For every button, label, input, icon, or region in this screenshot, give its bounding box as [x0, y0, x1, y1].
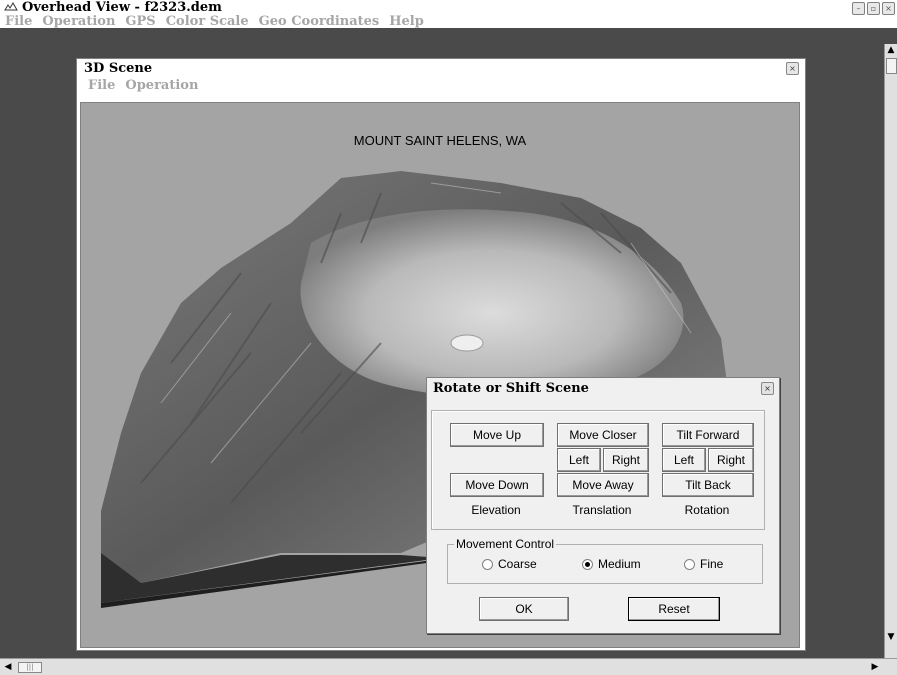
scroll-up-icon[interactable]: ▲: [885, 44, 897, 56]
radio-fine-indicator[interactable]: [684, 558, 695, 570]
vertical-scroll-thumb[interactable]: [886, 58, 897, 74]
maximize-icon[interactable]: ▫: [867, 2, 880, 15]
move-down-button[interactable]: Move Down: [450, 473, 544, 497]
menu-file[interactable]: File: [0, 15, 37, 28]
app-icon: [4, 2, 18, 11]
menu-color-scale[interactable]: Color Scale: [161, 15, 254, 28]
translate-left-button[interactable]: Left: [557, 448, 601, 472]
menu-geo-coordinates[interactable]: Geo Coordinates: [254, 15, 385, 28]
app-title-bar: Overhead View - f2323.dem – ▫ × File Ope…: [0, 0, 897, 28]
viewport-title: MOUNT SAINT HELENS, WA: [353, 133, 527, 148]
movement-control-group: Movement Control Coarse Medium Fine: [447, 537, 763, 584]
move-away-button[interactable]: Move Away: [557, 473, 649, 497]
scroll-left-icon[interactable]: ◀: [2, 661, 14, 673]
rotation-label: Rotation: [684, 503, 730, 517]
elevation-label: Elevation: [471, 503, 521, 517]
radio-medium-indicator[interactable]: [582, 558, 593, 570]
radio-coarse[interactable]: Coarse: [482, 557, 537, 571]
dialog-title: Rotate or Shift Scene: [433, 381, 589, 396]
radio-coarse-indicator[interactable]: [482, 558, 493, 570]
rotate-left-button[interactable]: Left: [662, 448, 706, 472]
window-controls: – ▫ ×: [852, 2, 895, 15]
movement-buttons-group: Move Up Move Down Elevation Move Closer …: [431, 410, 765, 530]
tilt-back-button[interactable]: Tilt Back: [662, 473, 754, 497]
reset-button[interactable]: Reset: [628, 597, 720, 621]
menu-gps[interactable]: GPS: [120, 15, 160, 28]
dialog-close-icon[interactable]: ×: [761, 382, 774, 395]
horizontal-scrollbar[interactable]: ◀ ||| ▶: [0, 658, 897, 675]
move-closer-button[interactable]: Move Closer: [557, 423, 649, 447]
rotate-right-button[interactable]: Right: [708, 448, 754, 472]
scene-menu-operation[interactable]: Operation: [120, 79, 203, 92]
close-icon[interactable]: ×: [882, 2, 895, 15]
ok-button[interactable]: OK: [479, 597, 569, 621]
app-menubar: File Operation GPS Color Scale Geo Coord…: [0, 15, 897, 28]
translation-label: Translation: [572, 503, 632, 517]
menu-help[interactable]: Help: [384, 15, 429, 28]
radio-fine-label: Fine: [700, 557, 724, 571]
translate-right-button[interactable]: Right: [603, 448, 649, 472]
app-title-text: Overhead View - f2323.dem: [22, 0, 222, 15]
radio-coarse-label: Coarse: [498, 557, 537, 571]
scene-menubar: File Operation: [83, 79, 203, 92]
scroll-down-icon[interactable]: ▼: [885, 631, 897, 643]
scene-close-icon[interactable]: ×: [786, 62, 799, 75]
tilt-forward-button[interactable]: Tilt Forward: [662, 423, 754, 447]
scroll-right-icon[interactable]: ▶: [869, 661, 881, 673]
menu-operation[interactable]: Operation: [37, 15, 120, 28]
radio-medium-label: Medium: [598, 557, 641, 571]
radio-medium[interactable]: Medium: [582, 557, 641, 571]
horizontal-scroll-thumb[interactable]: |||: [18, 662, 42, 673]
movement-control-legend: Movement Control: [454, 537, 557, 551]
vertical-scrollbar[interactable]: ▲ ▼: [884, 44, 897, 659]
rotate-shift-dialog: Rotate or Shift Scene × Move Up Move Dow…: [426, 377, 780, 634]
move-up-button[interactable]: Move Up: [450, 423, 544, 447]
scene-window-title: 3D Scene: [84, 61, 153, 76]
minimize-icon[interactable]: –: [852, 2, 865, 15]
scene-menu-file[interactable]: File: [83, 79, 120, 92]
radio-fine[interactable]: Fine: [684, 557, 723, 571]
